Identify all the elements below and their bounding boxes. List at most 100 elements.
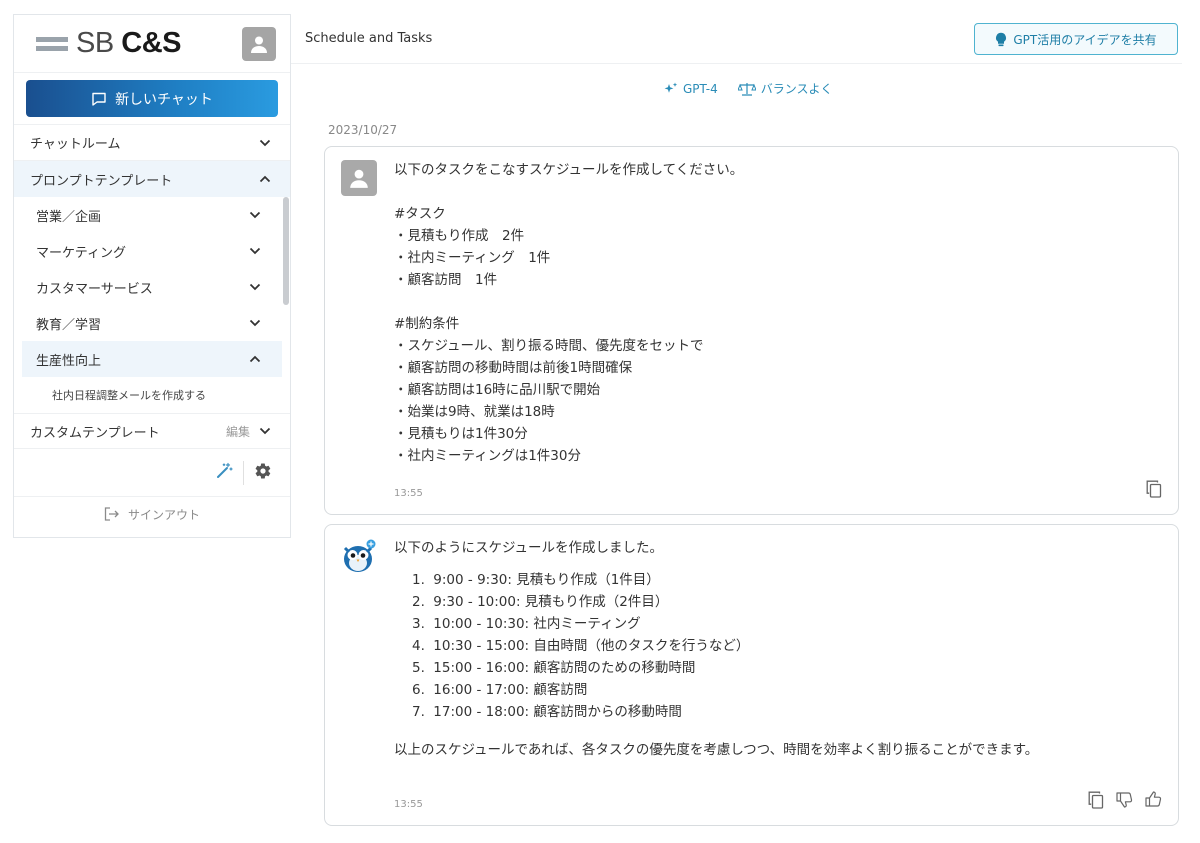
share-idea-label: GPT活用のアイデアを共有 [1013,32,1157,47]
message-line: #タスク [394,206,446,222]
message-line: ・見積もり作成 2件 [394,228,525,244]
category-education[interactable]: 教育／学習 [22,305,282,341]
logo-bars-icon [36,36,68,51]
assistant-message-body: 以下のようにスケジュールを作成しました。 1. 9:00 - 9:30: 見積も… [394,537,1158,761]
user-message-body: 以下のタスクをこなすスケジュールを作成してください。 #タスク ・見積もり作成 … [394,159,1158,467]
chat-room-menu[interactable]: チャットルーム [14,125,290,161]
custom-template-label: カスタムテンプレート [30,425,160,441]
list-number: 4. [412,638,425,654]
chevron-up-icon [248,352,262,366]
sidebar-scrollbar[interactable] [283,197,289,305]
model-badge[interactable]: GPT-4 [664,80,718,97]
edit-button[interactable]: 編集 [226,423,250,440]
message-timestamp: 13:55 [394,488,423,499]
category-label: カスタマーサービス [36,281,153,297]
list-item: 4. 10:30 - 15:00: 自由時間（他のタスクを行うなど） [412,635,1158,657]
chevron-down-icon [248,316,262,330]
chevron-down-icon [258,136,272,150]
category-sales-planning[interactable]: 営業／企画 [22,197,282,233]
list-number: 6. [412,682,425,698]
lightbulb-icon [996,32,1007,46]
category-customer-service[interactable]: カスタマーサービス [22,269,282,305]
list-item: 1. 9:00 - 9:30: 見積もり作成（1件目） [412,569,1158,591]
prompt-template-label: プロンプトテンプレート [30,173,173,189]
sidebar-header: SB C&S [14,15,290,73]
new-chat-button[interactable]: 新しいチャット [26,80,278,117]
new-chat-label: 新しいチャット [115,91,213,108]
custom-template-menu[interactable]: カスタムテンプレート 編集 [14,413,290,449]
list-item: 2. 9:30 - 10:00: 見積もり作成（2件目） [412,591,1158,613]
prompt-template-submenu: 営業／企画 マーケティング カスタマーサービス 教育／学習 生産性向上 社内日程… [14,197,290,413]
chat-room-label: チャットルーム [30,137,121,152]
copy-icon[interactable] [1146,480,1162,502]
top-bar: Schedule and Tasks GPT活用のアイデアを共有 [291,14,1182,64]
list-number: 2. [412,594,425,610]
list-text: 15:00 - 16:00: 顧客訪問のための移動時間 [433,660,696,676]
copy-icon[interactable] [1088,791,1104,813]
chevron-up-icon [258,172,272,186]
model-label: GPT-4 [683,81,718,96]
message-actions [1088,791,1162,813]
prompt-template-menu[interactable]: プロンプトテンプレート [14,161,290,197]
message-line: ・見積もりは1件30分 [394,426,528,442]
magic-wand-icon[interactable] [215,462,233,484]
list-text: 10:30 - 15:00: 自由時間（他のタスクを行うなど） [433,638,750,654]
list-item: 7. 17:00 - 18:00: 顧客訪問からの移動時間 [412,701,1158,723]
message-line: ・顧客訪問 1件 [394,272,498,288]
user-icon [350,169,368,188]
message-timestamp: 13:55 [394,799,423,810]
user-avatar-button[interactable] [242,26,276,61]
message-line [394,181,1158,203]
chevron-down-icon [258,424,272,438]
message-line: ・社内ミーティング 1件 [394,250,551,266]
balance-scale-icon [737,82,756,96]
message-closing: 以上のスケジュールであれば、各タスクの優先度を考慮しつつ、時間を効率よく割り振る… [394,742,1039,758]
message-line: #制約条件 [394,316,460,332]
thumbs-up-icon[interactable] [1145,791,1162,813]
chevron-down-icon [248,244,262,258]
message-line: ・社内ミーティングは1件30分 [394,448,581,464]
share-idea-button[interactable]: GPT活用のアイデアを共有 [974,23,1178,55]
message-line: ・顧客訪問は16時に品川駅で開始 [394,382,601,398]
gear-icon[interactable] [254,462,272,484]
list-number: 5. [412,660,425,676]
style-label: バランスよく [760,82,833,96]
list-item: 3. 10:00 - 10:30: 社内ミーティング [412,613,1158,635]
list-text: 16:00 - 17:00: 顧客訪問 [433,682,588,698]
signout-button[interactable]: サインアウト [14,497,290,531]
list-item: 5. 15:00 - 16:00: 顧客訪問のための移動時間 [412,657,1158,679]
category-label: 営業／企画 [36,209,102,225]
message-line: 以下のタスクをこなすスケジュールを作成してください。 [394,162,744,178]
sidebar-tools [14,449,290,497]
category-label: 教育／学習 [36,317,102,333]
chevron-down-icon [248,208,262,222]
mode-selector: GPT-4 バランスよく [664,80,833,97]
signout-label: サインアウト [127,507,200,522]
signout-icon [104,507,119,521]
message-line [394,291,1158,313]
message-actions [1146,480,1162,502]
chevron-down-icon [248,280,262,294]
user-icon [251,36,267,53]
list-text: 9:30 - 10:00: 見積もり作成（2件目） [433,594,669,610]
style-badge[interactable]: バランスよく [737,80,833,97]
list-number: 7. [412,704,425,720]
sidebar: SB C&S 新しいチャット チャットルーム プロンプトテンプレート 営業／企画… [13,14,291,538]
user-avatar [341,160,377,196]
message-line: ・スケジュール、割り振る時間、優先度をセットで [394,338,704,354]
brand-logo[interactable]: SB C&S [36,27,181,60]
schedule-list: 1. 9:00 - 9:30: 見積もり作成（1件目） 2. 9:30 - 10… [394,569,1158,723]
category-marketing[interactable]: マーケティング [22,233,282,269]
list-text: 9:00 - 9:30: 見積もり作成（1件目） [433,572,660,588]
page-title: Schedule and Tasks [305,31,433,46]
logo-main: C&S [121,27,181,59]
assistant-message-card: 以下のようにスケジュールを作成しました。 1. 9:00 - 9:30: 見積も… [324,524,1179,826]
category-label: マーケティング [36,245,126,261]
thumbs-down-icon[interactable] [1116,791,1133,813]
category-productivity[interactable]: 生産性向上 [22,341,282,377]
template-item-schedule-email[interactable]: 社内日程調整メールを作成する [22,377,282,413]
logo-prefix: SB [76,27,122,59]
assistant-avatar [341,538,377,574]
divider [243,460,244,485]
list-number: 3. [412,616,425,632]
